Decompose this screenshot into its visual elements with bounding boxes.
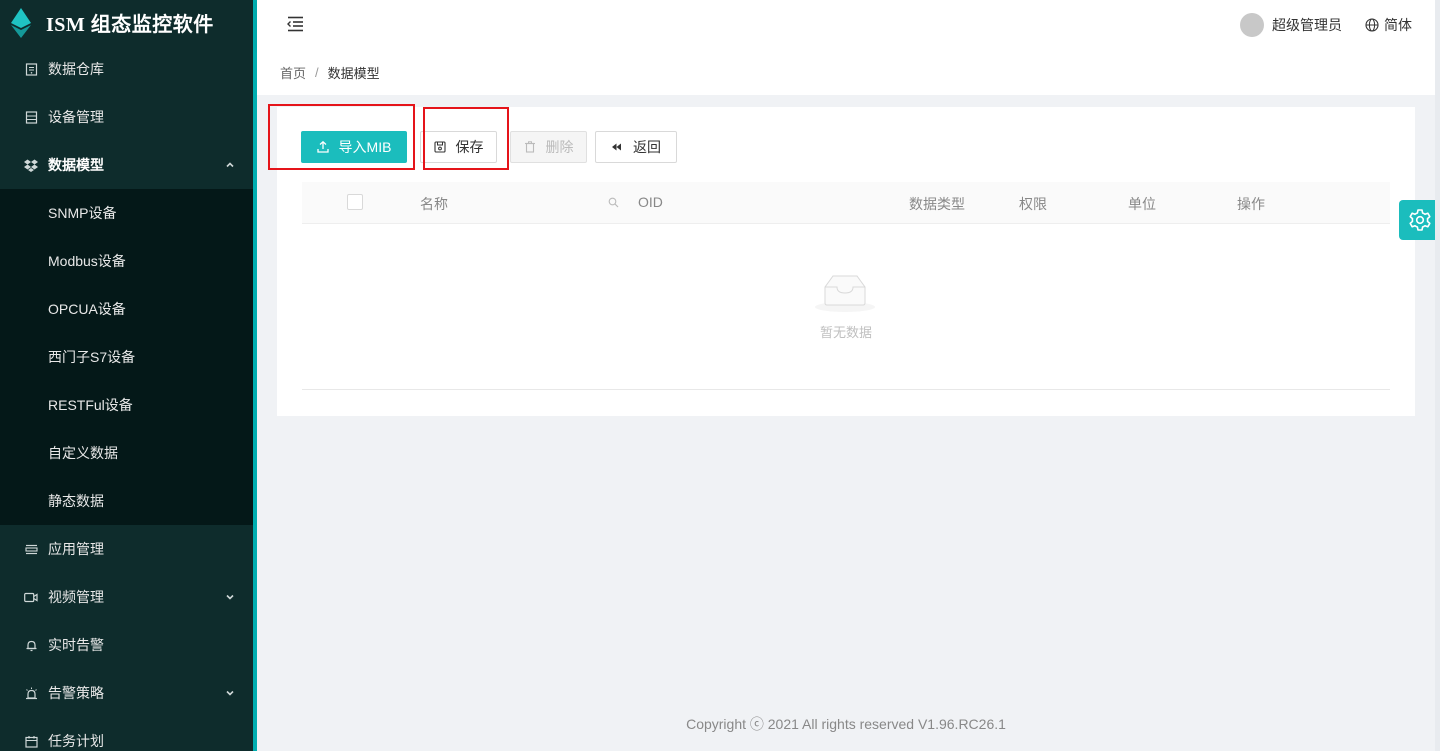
sidebar-item-label: 实时告警 xyxy=(48,637,104,653)
user-menu[interactable]: 超级管理员 xyxy=(1240,13,1342,37)
gear-icon xyxy=(1408,209,1431,231)
sidebar-item-label: 数据仓库 xyxy=(48,61,104,77)
sidebar-item-app-management[interactable]: 应用管理 xyxy=(0,525,253,573)
column-header-oid: OID xyxy=(638,194,663,210)
highlight-box-save xyxy=(423,107,509,170)
breadcrumb-current: 数据模型 xyxy=(327,66,380,81)
bell-icon xyxy=(24,638,38,652)
empty-inbox-icon xyxy=(815,275,875,312)
device-icon xyxy=(24,110,38,124)
sidebar-item-label: 数据模型 xyxy=(48,157,104,173)
menu-fold-icon[interactable] xyxy=(285,14,305,34)
user-name: 超级管理员 xyxy=(1272,17,1342,33)
empty-state: 暂无数据 xyxy=(302,224,1390,390)
sidebar-item-data-model[interactable]: 数据模型 xyxy=(0,141,253,189)
column-header-permission: 权限 xyxy=(1019,196,1047,212)
sidebar: ISM 组态监控软件 数据仓库 设备管理 数据模型 SNMP设备 Modbus设… xyxy=(0,0,253,751)
sidebar-item-label: RESTFul设备 xyxy=(48,397,133,413)
app-icon xyxy=(24,542,38,556)
breadcrumb-separator: / xyxy=(315,65,319,80)
sidebar-item-task-schedule[interactable]: 任务计划 xyxy=(0,717,253,751)
alarm-icon xyxy=(24,686,38,700)
sidebar-item-label: 视频管理 xyxy=(48,589,104,605)
delete-button[interactable]: 删除 xyxy=(510,131,587,163)
sidebar-item-label: SNMP设备 xyxy=(48,205,117,221)
select-all-checkbox[interactable] xyxy=(347,194,363,210)
sidebar-subitem-custom-data[interactable]: 自定义数据 xyxy=(0,429,253,477)
sidebar-item-label: 自定义数据 xyxy=(48,445,118,461)
brand: ISM 组态监控软件 xyxy=(0,0,253,45)
column-header-actions: 操作 xyxy=(1237,196,1265,212)
sidebar-item-realtime-alarm[interactable]: 实时告警 xyxy=(0,621,253,669)
trash-icon xyxy=(524,141,535,153)
video-icon xyxy=(24,590,38,604)
sidebar-item-video-management[interactable]: 视频管理 xyxy=(0,573,253,621)
sidebar-item-device-management[interactable]: 设备管理 xyxy=(0,93,253,141)
sidebar-item-label: 应用管理 xyxy=(48,541,104,557)
chevron-down-icon xyxy=(226,690,234,696)
sidebar-item-label: OPCUA设备 xyxy=(48,301,126,317)
delete-label: 删除 xyxy=(545,139,574,155)
sidebar-subitem-snmp[interactable]: SNMP设备 xyxy=(0,189,253,237)
back-button[interactable]: 返回 xyxy=(595,131,677,163)
empty-text: 暂无数据 xyxy=(819,325,872,340)
double-left-icon xyxy=(612,143,621,151)
sidebar-item-label: 西门子S7设备 xyxy=(48,349,136,365)
chevron-down-icon xyxy=(226,594,234,600)
column-header-unit: 单位 xyxy=(1128,196,1156,212)
app-title: ISM 组态监控软件 xyxy=(46,14,214,36)
sidebar-item-label: 设备管理 xyxy=(48,109,104,125)
sidebar-item-alarm-policy[interactable]: 告警策略 xyxy=(0,669,253,717)
sidebar-item-label: 任务计划 xyxy=(48,733,104,749)
top-header: 超级管理员 简体 xyxy=(257,0,1440,50)
database-icon xyxy=(24,62,38,76)
column-header-name: 名称 xyxy=(420,196,448,212)
data-table: 名称 OID 数据类型 权限 单位 操作 暂无数据 xyxy=(302,182,1390,391)
breadcrumb: 首页 / 数据模型 xyxy=(257,50,1435,95)
sidebar-item-label: 告警策略 xyxy=(48,685,104,701)
sidebar-subitem-restful[interactable]: RESTFul设备 xyxy=(0,381,253,429)
sidebar-subitem-static-data[interactable]: 静态数据 xyxy=(0,477,253,525)
sidebar-divider xyxy=(253,0,257,751)
sidebar-subitem-siemens-s7[interactable]: 西门子S7设备 xyxy=(0,333,253,381)
search-icon[interactable] xyxy=(608,197,619,208)
back-label: 返回 xyxy=(633,139,661,155)
table-header: 名称 OID 数据类型 权限 单位 操作 xyxy=(302,182,1390,224)
language-label: 简体 xyxy=(1384,17,1412,33)
sidebar-subitem-modbus[interactable]: Modbus设备 xyxy=(0,237,253,285)
breadcrumb-home[interactable]: 首页 xyxy=(280,63,306,82)
avatar xyxy=(1240,13,1264,37)
globe-icon xyxy=(1365,18,1379,32)
right-scroll-edge xyxy=(1435,0,1440,751)
dropbox-icon xyxy=(24,158,38,172)
sidebar-item-data-warehouse[interactable]: 数据仓库 xyxy=(0,45,253,93)
column-header-data-type: 数据类型 xyxy=(909,196,965,212)
sidebar-item-label: 静态数据 xyxy=(48,493,104,509)
calendar-icon xyxy=(24,734,38,748)
sidebar-menu: 数据仓库 设备管理 数据模型 SNMP设备 Modbus设备 OPCUA设备 西… xyxy=(0,45,253,751)
diamond-logo-icon xyxy=(11,7,31,38)
chevron-up-icon xyxy=(226,162,234,168)
settings-button[interactable] xyxy=(1399,200,1440,240)
sidebar-subitem-opcua[interactable]: OPCUA设备 xyxy=(0,285,253,333)
copyright-text: Copyright ⓒ 2021 All rights reserved V1.… xyxy=(686,716,1006,732)
highlight-box-import xyxy=(268,104,415,170)
submenu-data-model: SNMP设备 Modbus设备 OPCUA设备 西门子S7设备 RESTFul设… xyxy=(0,189,253,525)
language-switcher[interactable]: 简体 xyxy=(1365,15,1412,35)
sidebar-item-label: Modbus设备 xyxy=(48,253,126,269)
footer: Copyright ⓒ 2021 All rights reserved V1.… xyxy=(257,714,1435,734)
